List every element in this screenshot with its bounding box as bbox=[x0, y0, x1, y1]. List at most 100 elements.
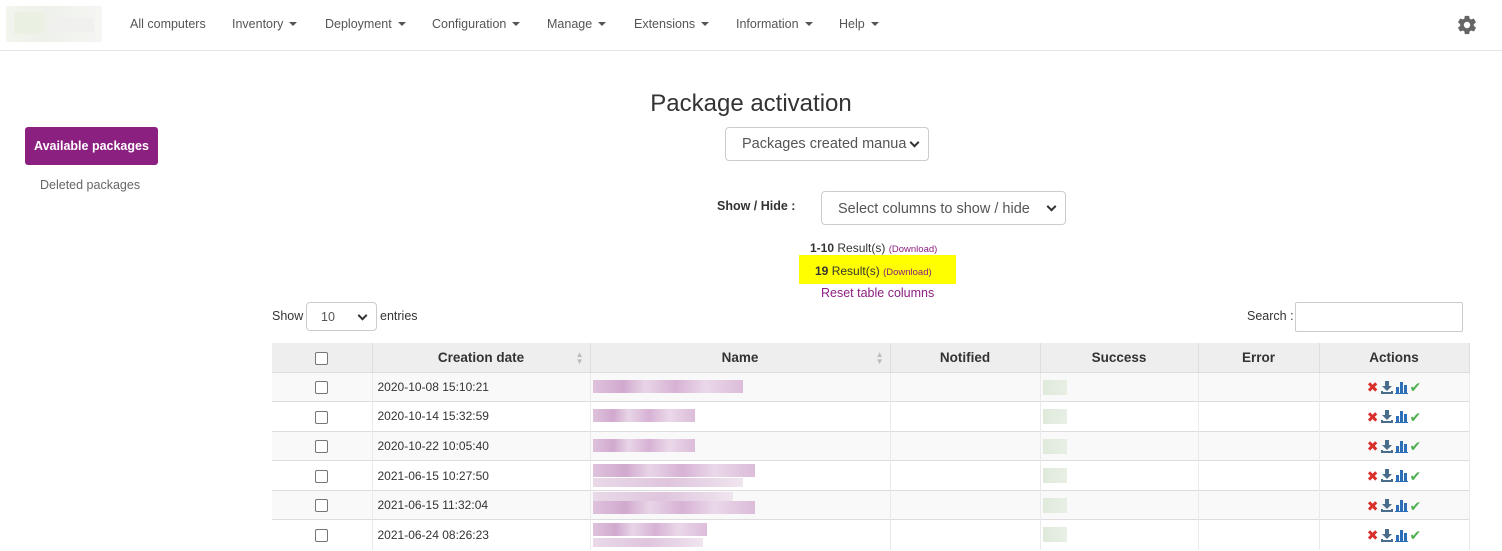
nav-information[interactable]: Information bbox=[736, 17, 813, 31]
caret-down-icon bbox=[598, 22, 607, 26]
delete-icon[interactable]: ✖ bbox=[1367, 469, 1379, 483]
deleted-packages-link[interactable]: Deleted packages bbox=[40, 178, 140, 192]
chart-icon[interactable] bbox=[1394, 499, 1408, 513]
row-select-cell bbox=[272, 519, 373, 550]
success-cell bbox=[1040, 519, 1199, 550]
check-icon[interactable]: ✔ bbox=[1410, 380, 1422, 394]
nav-help[interactable]: Help bbox=[839, 17, 879, 31]
table-row: 2021-06-15 10:27:50 ✖ ✔ bbox=[272, 460, 1470, 491]
show-label: Show bbox=[272, 309, 304, 323]
page-results-summary: 1-10 Result(s) (Download) bbox=[810, 241, 937, 255]
delete-icon[interactable]: ✖ bbox=[1367, 380, 1379, 394]
entries-label: entries bbox=[380, 309, 418, 323]
row-checkbox[interactable] bbox=[315, 469, 329, 483]
row-select-cell bbox=[272, 430, 373, 461]
table-row: 2020-10-22 10:05:40 ✖ ✔ bbox=[272, 430, 1470, 461]
chart-icon[interactable] bbox=[1394, 410, 1408, 424]
chevron-down-icon bbox=[357, 310, 368, 321]
chart-icon[interactable] bbox=[1394, 469, 1408, 483]
caret-down-icon bbox=[870, 22, 879, 26]
redacted-name bbox=[592, 464, 755, 478]
column-label: Success bbox=[1091, 349, 1147, 365]
column-label: Notified bbox=[939, 349, 991, 365]
redacted-name bbox=[592, 523, 707, 537]
download-icon[interactable] bbox=[1380, 469, 1393, 483]
download-icon[interactable] bbox=[1380, 499, 1393, 513]
caret-down-icon bbox=[397, 22, 406, 26]
chart-icon[interactable] bbox=[1394, 381, 1408, 394]
caret-down-icon bbox=[289, 22, 298, 26]
check-icon[interactable]: ✔ bbox=[1410, 499, 1422, 513]
error-cell bbox=[1198, 430, 1320, 461]
show-hide-label: Show / Hide : bbox=[717, 199, 796, 213]
col-creation-date[interactable]: Creation date ▲ ▼ bbox=[372, 343, 591, 372]
column-label: Creation date bbox=[437, 349, 525, 365]
chevron-down-icon bbox=[909, 137, 920, 148]
nav-inventory[interactable]: Inventory bbox=[232, 17, 298, 31]
delete-icon[interactable]: ✖ bbox=[1367, 499, 1379, 513]
delete-icon[interactable]: ✖ bbox=[1367, 528, 1379, 542]
nav-label: Help bbox=[839, 17, 865, 31]
download-icon[interactable] bbox=[1380, 439, 1393, 453]
check-icon[interactable]: ✔ bbox=[1410, 528, 1422, 542]
nav-manage[interactable]: Manage bbox=[547, 17, 607, 31]
available-packages-button[interactable]: Available packages bbox=[25, 127, 158, 165]
caret-down-icon bbox=[701, 22, 710, 26]
notified-cell bbox=[890, 489, 1041, 520]
select-all-checkbox[interactable] bbox=[315, 351, 329, 365]
caret-down-icon bbox=[804, 22, 813, 26]
redacted-name bbox=[592, 379, 743, 393]
chart-icon[interactable] bbox=[1394, 529, 1408, 542]
nav-deployment[interactable]: Deployment bbox=[325, 17, 406, 31]
delete-icon[interactable]: ✖ bbox=[1367, 410, 1379, 424]
download-all-link[interactable]: (Download) bbox=[883, 267, 932, 278]
chart-icon[interactable] bbox=[1394, 440, 1408, 453]
creation-date-cell: 2021-06-15 10:27:50 bbox=[372, 460, 591, 491]
table-row: 2020-10-14 15:32:59 ✖ ✔ bbox=[272, 401, 1470, 432]
table-header-row: Creation date ▲ ▼ Name ▲ ▼ Notified Success … bbox=[272, 343, 1470, 372]
reset-columns-link[interactable]: Reset table columns bbox=[821, 286, 934, 300]
name-cell bbox=[590, 489, 891, 520]
gear-icon[interactable] bbox=[1456, 14, 1478, 36]
columns-select[interactable]: Select columns to show / hide bbox=[821, 191, 1066, 225]
download-page-link[interactable]: (Download) bbox=[889, 244, 938, 255]
error-cell bbox=[1198, 489, 1320, 520]
top-navbar: All computers Inventory Deployment Confi… bbox=[0, 0, 1502, 51]
redacted-success bbox=[1042, 438, 1067, 454]
check-icon[interactable]: ✔ bbox=[1410, 410, 1422, 424]
row-checkbox[interactable] bbox=[315, 499, 329, 513]
notified-cell bbox=[890, 519, 1041, 550]
download-icon[interactable] bbox=[1380, 528, 1393, 542]
nav-all-computers[interactable]: All computers bbox=[130, 17, 206, 31]
row-checkbox[interactable] bbox=[315, 440, 329, 454]
error-cell bbox=[1198, 519, 1320, 550]
notified-cell bbox=[890, 430, 1041, 461]
sort-icon: ▲ ▼ bbox=[575, 350, 584, 366]
redacted-success bbox=[1042, 497, 1067, 513]
results-count: 19 bbox=[815, 264, 829, 278]
column-label: Actions bbox=[1369, 349, 1419, 365]
nav-configuration[interactable]: Configuration bbox=[432, 17, 521, 31]
nav-extensions[interactable]: Extensions bbox=[634, 17, 710, 31]
success-cell bbox=[1040, 401, 1199, 432]
package-filter-select[interactable]: Packages created manua bbox=[725, 127, 929, 161]
col-notified: Notified bbox=[890, 343, 1041, 372]
download-icon[interactable] bbox=[1380, 380, 1393, 394]
delete-icon[interactable]: ✖ bbox=[1367, 439, 1379, 453]
entries-length-select[interactable]: 10 bbox=[306, 302, 377, 331]
row-checkbox[interactable] bbox=[315, 529, 329, 543]
check-icon[interactable]: ✔ bbox=[1410, 439, 1422, 453]
row-checkbox[interactable] bbox=[315, 410, 329, 424]
redacted-name-line bbox=[592, 478, 743, 488]
search-label: Search : bbox=[1247, 309, 1294, 323]
packages-table: Creation date ▲ ▼ Name ▲ ▼ Notified Success … bbox=[272, 343, 1470, 550]
search-input[interactable] bbox=[1295, 302, 1463, 332]
notified-cell bbox=[890, 460, 1041, 491]
redacted-name-line bbox=[592, 491, 733, 501]
actions-cell: ✖ ✔ bbox=[1319, 371, 1470, 402]
check-icon[interactable]: ✔ bbox=[1410, 469, 1422, 483]
download-icon[interactable] bbox=[1380, 410, 1393, 424]
row-checkbox[interactable] bbox=[315, 380, 329, 394]
col-name[interactable]: Name ▲ ▼ bbox=[590, 343, 891, 372]
logo[interactable] bbox=[6, 6, 102, 42]
